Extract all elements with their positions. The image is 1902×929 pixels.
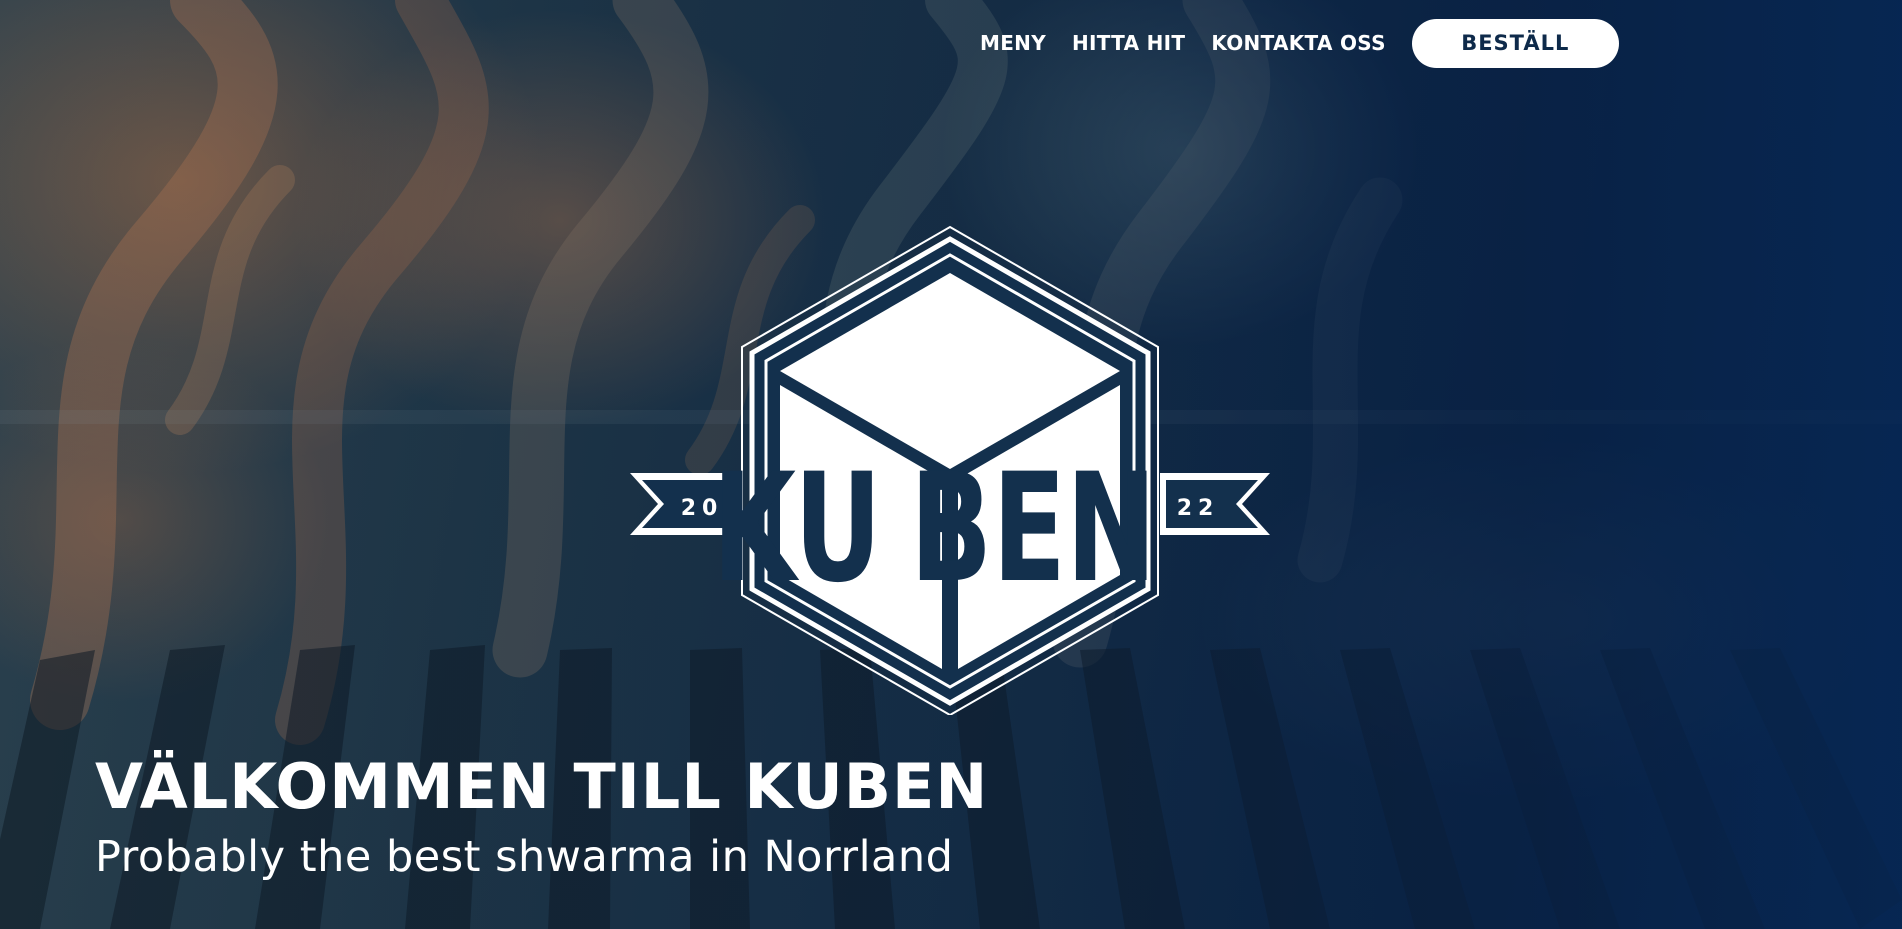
nav-link-hitta-hit[interactable]: HITTA HIT (1072, 31, 1185, 55)
logo-text-right: BEN (910, 441, 1156, 615)
kuben-logo: 20 22 KU BEN (630, 225, 1270, 715)
hero-headline: VÄLKOMMEN TILL KUBEN (95, 750, 989, 823)
hero-section: MENY HITTA HIT KONTAKTA OSS BESTÄLL 20 2… (0, 0, 1902, 929)
nav-link-kontakta-oss[interactable]: KONTAKTA OSS (1211, 31, 1385, 55)
order-button[interactable]: BESTÄLL (1411, 18, 1619, 68)
year-right-text: 22 (1177, 496, 1220, 521)
year-ribbon-right: 22 (1160, 473, 1270, 535)
top-navigation: MENY HITTA HIT KONTAKTA OSS BESTÄLL (980, 18, 1619, 68)
hero-tagline: Probably the best shwarma in Norrland (95, 832, 954, 882)
logo-text-left: KU (712, 441, 881, 615)
nav-link-meny[interactable]: MENY (980, 31, 1046, 55)
kuben-cube-logo-icon: 20 22 KU BEN (630, 225, 1270, 715)
